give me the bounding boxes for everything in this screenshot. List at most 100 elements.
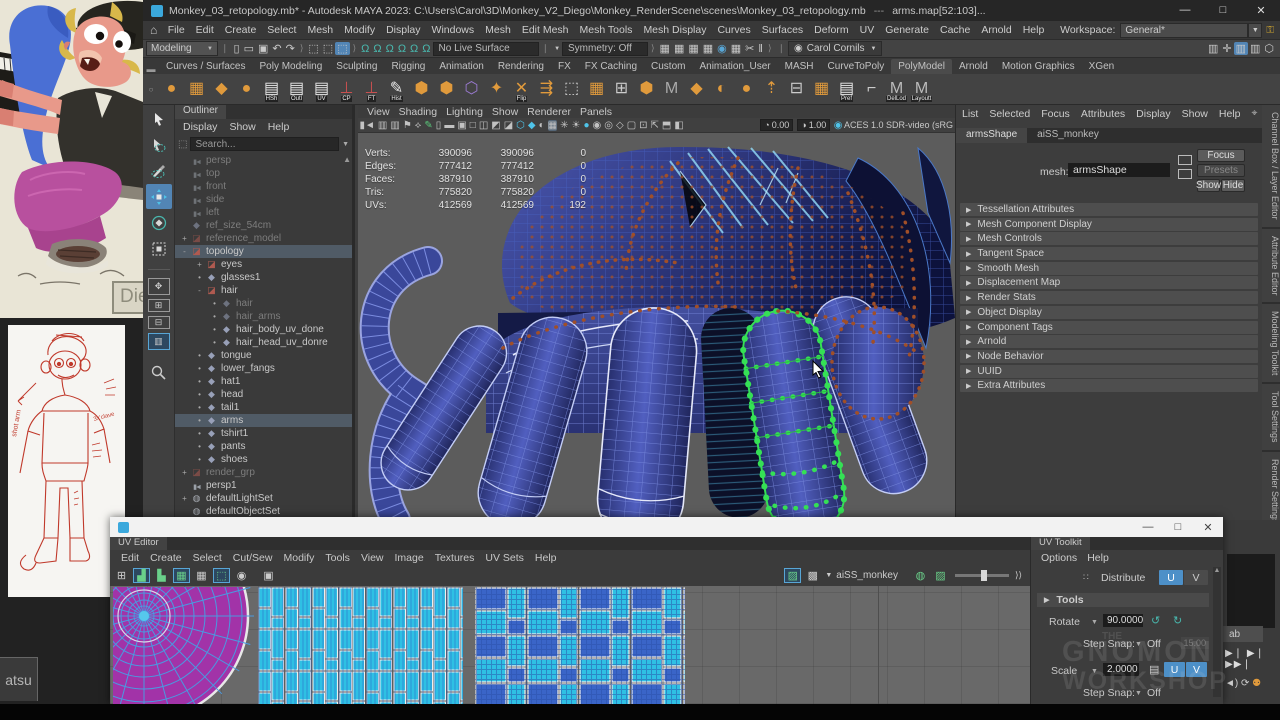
- uv-menu-item[interactable]: Cut/Sew: [233, 552, 273, 564]
- shelf-tool-icon[interactable]: ▤ Outl: [284, 75, 309, 103]
- viewport-toggle-icon[interactable]: ▮◄: [360, 120, 375, 131]
- viewport-toggle-icon[interactable]: ◐: [539, 120, 545, 131]
- outliner-item[interactable]: • hat1: [175, 375, 352, 388]
- menu-item[interactable]: Select: [262, 24, 302, 36]
- cut-icon[interactable]: ✂: [743, 42, 756, 55]
- outliner-item[interactable]: • tshirt1: [175, 427, 352, 440]
- viewport-toggle-icon[interactable]: ☀: [572, 120, 581, 131]
- attribute-section-header[interactable]: ▶ Arnold: [960, 335, 1258, 348]
- symmetry-field[interactable]: Symmetry: Off: [562, 42, 648, 56]
- outliner-item[interactable]: • pants: [175, 440, 352, 453]
- outliner-item[interactable]: left: [175, 206, 352, 219]
- snap-view-icon[interactable]: Ω: [408, 43, 420, 55]
- shelf-tab[interactable]: Arnold: [952, 59, 995, 74]
- outliner-item[interactable]: + render_grp: [175, 466, 352, 479]
- layout-outliner-persp-icon[interactable]: ▥: [148, 333, 170, 350]
- sidebar-toggle-1-icon[interactable]: ▥: [1206, 42, 1220, 55]
- outliner-tab[interactable]: Outliner: [175, 105, 226, 119]
- viewport-toggle-icon[interactable]: □: [470, 120, 476, 131]
- uv-toolkit-menu-item[interactable]: Options: [1041, 552, 1077, 564]
- uv-menu-item[interactable]: Edit: [121, 552, 139, 564]
- outliner-item[interactable]: • glasses1: [175, 271, 352, 284]
- attribute-section-header[interactable]: ▶ Object Display: [960, 306, 1258, 319]
- outliner-item[interactable]: • head: [175, 388, 352, 401]
- menu-item[interactable]: Arnold: [976, 24, 1017, 36]
- sidebar-toggle-2-icon[interactable]: ✛: [1220, 42, 1233, 55]
- layout-single-icon[interactable]: ✥: [148, 278, 170, 295]
- playback-controls[interactable]: ▶❘ ▶❘ ▶▶❘: [1225, 648, 1280, 670]
- attribute-section-header[interactable]: ▶ Tangent Space: [960, 247, 1258, 260]
- outliner-search-dropdown[interactable]: ▼: [342, 141, 349, 148]
- uv-menu-item[interactable]: Textures: [435, 552, 475, 564]
- uv-texture-dropdown[interactable]: ▼: [825, 572, 832, 579]
- shelf-tool-icon[interactable]: M: [659, 75, 684, 103]
- rotate-value-field[interactable]: 90.0000: [1103, 614, 1143, 627]
- viewport-menu-item[interactable]: Panels: [580, 106, 612, 118]
- select-component-icon[interactable]: ⬚: [335, 42, 349, 55]
- swap-node-icon[interactable]: [1178, 155, 1192, 165]
- shelf-menu-icon[interactable]: ▬: [143, 64, 159, 74]
- attribute-editor-tab[interactable]: armsShape: [956, 128, 1027, 143]
- viewport-menu-item[interactable]: Show: [492, 106, 518, 118]
- workspace-dropdown-arrow[interactable]: ▼: [1248, 23, 1262, 38]
- outliner-item[interactable]: persp1: [175, 479, 352, 492]
- shelf-tool-icon[interactable]: ▦: [184, 75, 209, 103]
- viewport-toggle-icon[interactable]: ✎: [424, 120, 432, 131]
- mesh-name-field[interactable]: armsShape: [1068, 163, 1170, 177]
- tools-section-header[interactable]: ▶Tools: [1037, 593, 1209, 607]
- ae-menu-item[interactable]: List: [962, 108, 978, 120]
- render-icon[interactable]: ▦: [658, 42, 672, 55]
- shelf-tab[interactable]: Motion Graphics: [995, 59, 1082, 74]
- uv-menu-item[interactable]: Modify: [283, 552, 314, 564]
- viewport-toggle-icon[interactable]: ⬒: [662, 120, 671, 131]
- outliner-menu-item[interactable]: Help: [268, 121, 290, 133]
- uv-toolkit-scrollbar[interactable]: [1213, 567, 1221, 697]
- menu-item[interactable]: Create: [219, 24, 262, 36]
- right-panel-tab[interactable]: Channel Box / Layer Editor: [1262, 105, 1280, 229]
- outliner-scroll-up[interactable]: ▲: [343, 155, 351, 164]
- outliner-item[interactable]: • shoes: [175, 453, 352, 466]
- select-object-icon[interactable]: ⬚: [321, 42, 335, 55]
- uv-tile-icon[interactable]: ▦: [173, 568, 190, 583]
- outliner-item[interactable]: side: [175, 193, 352, 206]
- outliner-item[interactable]: • hair_body_uv_done: [175, 323, 352, 336]
- workspace-select[interactable]: General*: [1120, 23, 1248, 38]
- shelf-tool-icon[interactable]: ⬢: [434, 75, 459, 103]
- render-settings-icon[interactable]: ◉: [715, 42, 729, 55]
- viewport-toggle-icon[interactable]: ◎: [604, 120, 613, 131]
- scale-u-button[interactable]: U: [1164, 662, 1185, 677]
- shelf-tab[interactable]: Rendering: [491, 59, 551, 74]
- undo-icon[interactable]: ↶: [270, 42, 283, 55]
- uv-menu-item[interactable]: Select: [193, 552, 222, 564]
- viewport-toggle-icon[interactable]: ⊡: [639, 120, 647, 131]
- viewport-toggle-icon[interactable]: ◇: [616, 120, 624, 131]
- shelf-tab[interactable]: MASH: [778, 59, 821, 74]
- uv-menu-item[interactable]: Tools: [325, 552, 350, 564]
- attribute-section-header[interactable]: ▶ Render Stats: [960, 291, 1258, 304]
- shelf-tool-icon[interactable]: M DelLod: [884, 75, 909, 103]
- right-panel-tab[interactable]: Attribute Editor: [1262, 229, 1280, 305]
- uv-chart-icon[interactable]: ▟: [133, 568, 150, 583]
- colorspace-icon[interactable]: ◉: [834, 120, 843, 131]
- snap-projected-icon[interactable]: Ω: [396, 43, 408, 55]
- menu-item[interactable]: Generate: [880, 24, 935, 36]
- uv-maximize-button[interactable]: □: [1163, 521, 1193, 534]
- layout-split-icon[interactable]: ⊟: [148, 316, 170, 329]
- shelf-tab[interactable]: Sculpting: [329, 59, 384, 74]
- shelf-tab[interactable]: Animation: [432, 59, 490, 74]
- rotate-tool-icon[interactable]: [146, 210, 172, 235]
- shelf-tab[interactable]: CurveToPoly: [821, 59, 892, 74]
- redo-icon[interactable]: ↷: [284, 42, 297, 55]
- distribute-u-button[interactable]: U: [1159, 570, 1183, 585]
- ae-menu-item[interactable]: Display: [1136, 108, 1170, 120]
- viewport-toggle-icon[interactable]: ⇱: [651, 120, 659, 131]
- right-panel-tab[interactable]: Modeling Toolkit: [1262, 304, 1280, 384]
- menu-item[interactable]: Modify: [339, 24, 381, 36]
- viewport-toggle-icon[interactable]: ◪: [504, 120, 513, 131]
- viewport-menu-item[interactable]: Lighting: [446, 106, 483, 118]
- uv-dots-icon[interactable]: ⬚: [213, 568, 230, 583]
- uv-checker-icon[interactable]: ▩: [804, 568, 821, 583]
- attribute-section-header[interactable]: ▶ Component Tags: [960, 321, 1258, 334]
- shelf-tab[interactable]: PolyModel: [891, 59, 952, 74]
- shelf-tool-icon[interactable]: ▤ UV: [309, 75, 334, 103]
